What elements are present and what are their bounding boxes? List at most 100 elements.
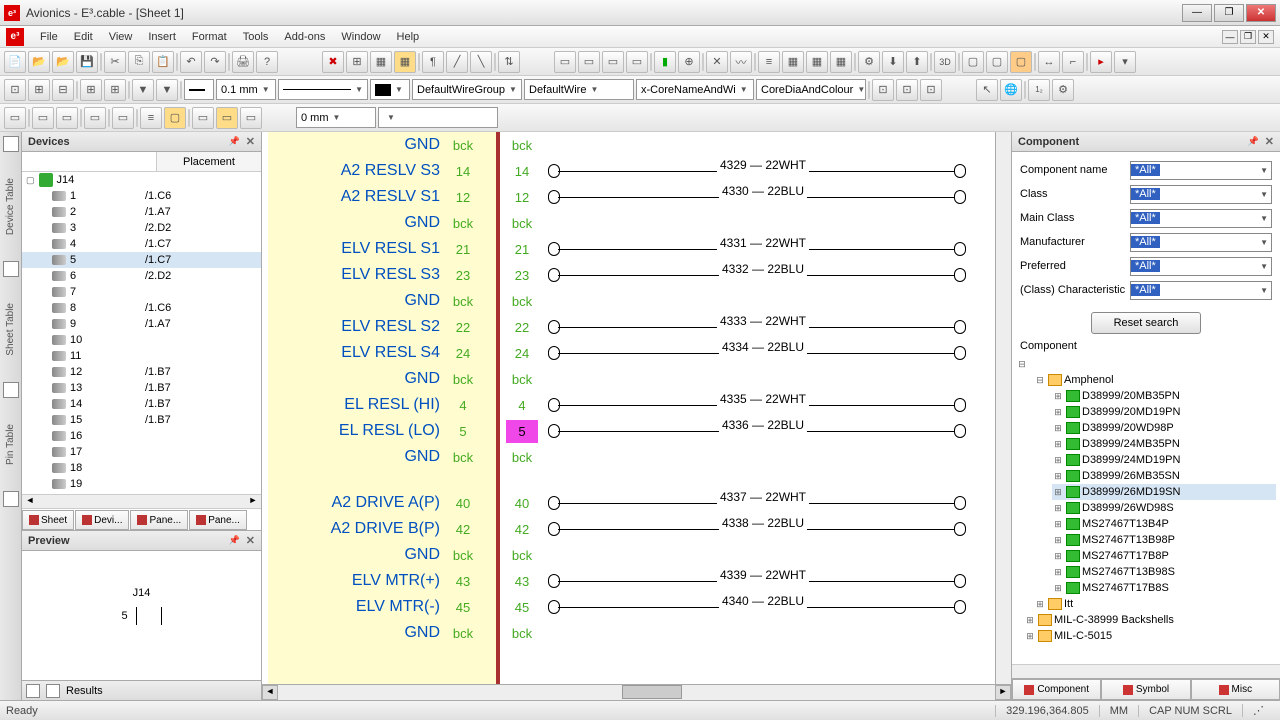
line-width-combo[interactable]: 0.1 mm▼ [216,79,276,100]
canvas[interactable]: GNDbckbckA2 RESLV S314144329 — 22WHTA2 R… [262,132,1012,700]
device-table-label[interactable]: Device Table [5,178,16,235]
tree-mil5015[interactable]: ⊞MIL-C-5015 [1024,628,1276,644]
child-restore-button[interactable]: ❐ [1240,30,1256,44]
placement-header[interactable]: Placement [157,152,261,171]
grid4-icon[interactable]: ⊞ [80,79,102,101]
comp-field-main-class[interactable]: *All*▼ [1130,209,1272,228]
maximize-button[interactable]: ❐ [1214,4,1244,22]
pin-row[interactable]: 8/1.C6 [22,300,261,316]
dl-icon[interactable]: ⬇ [882,51,904,73]
v8-icon[interactable]: ▭ [192,107,214,129]
signal-row[interactable]: EL RESL (HI)444335 — 22WHT [268,392,988,418]
wt3-icon[interactable]: ⊡ [920,79,942,101]
signal-row[interactable]: EL RESL (LO)554336 — 22BLU [268,418,988,444]
text-icon[interactable]: ¶ [422,51,444,73]
save-icon[interactable]: 💾 [76,51,98,73]
panel-close-icon[interactable]: ✕ [246,135,255,148]
pin-row[interactable]: 1/1.C6 [22,188,261,204]
hscroll-right[interactable]: ► [245,495,261,508]
component-tree[interactable]: ⊟ ⊟Amphenol ⊞D38999/20MB35PN⊞D38999/20MD… [1012,354,1280,664]
axis-icon[interactable]: ⌐ [1062,51,1084,73]
part-node[interactable]: ⊞MS27467T17B8S [1052,580,1276,596]
results-tab[interactable]: Results [66,685,103,697]
box2-icon[interactable]: ▢ [986,51,1008,73]
line-style-combo[interactable] [184,79,214,100]
new-icon[interactable]: 📄 [4,51,26,73]
pin-row[interactable]: 16 [22,428,261,444]
part-node[interactable]: ⊞MS27467T17B8P [1052,548,1276,564]
filter-icon[interactable]: ▼ [132,79,154,101]
cross-icon[interactable]: ✕ [706,51,728,73]
bar4-icon[interactable]: ▦ [830,51,852,73]
tree-milc[interactable]: ⊞MIL-C-38999 Backshells [1024,612,1276,628]
pin-icon[interactable]: 📌 [229,136,240,147]
delete-icon[interactable]: ✖ [322,51,344,73]
menu-tools[interactable]: Tools [235,29,277,45]
coredia-combo[interactable]: CoreDiaAndColour▼ [756,79,866,100]
signal-row[interactable]: GNDbckbck [268,132,988,158]
pin-row[interactable]: 7 [22,284,261,300]
gear2-icon[interactable]: ⚙ [1052,79,1074,101]
part-node[interactable]: ⊞MS27467T13B98P [1052,532,1276,548]
part-node[interactable]: ⊞D38999/24MB35PN [1052,436,1276,452]
pin-row[interactable]: 3/2.D2 [22,220,261,236]
menu-file[interactable]: File [32,29,66,45]
comp-field-class[interactable]: *All*▼ [1130,185,1272,204]
part-node[interactable]: ⊞D38999/24MD19PN [1052,452,1276,468]
sheet-table-icon[interactable] [3,261,19,277]
part-node[interactable]: ⊞D38999/26MD19SN [1052,484,1276,500]
menu-help[interactable]: Help [389,29,428,45]
print-icon[interactable]: 🖨 [232,51,254,73]
v4-icon[interactable]: ▭ [84,107,106,129]
signal-row[interactable]: ELV RESL S121214331 — 22WHT [268,236,988,262]
results-icon2[interactable] [46,684,60,698]
signal-row[interactable]: ELV MTR(-)45454340 — 22BLU [268,594,988,620]
open-icon[interactable]: 📂 [28,51,50,73]
device-root[interactable]: ▢ J14 [22,172,261,188]
n12-icon[interactable]: 1₂ [1028,79,1050,101]
v10-icon[interactable]: ▭ [240,107,262,129]
color-combo[interactable]: ▼ [370,79,410,100]
minimize-button[interactable]: — [1182,4,1212,22]
tree-itt[interactable]: ⊞Itt [1034,596,1276,612]
child-minimize-button[interactable]: — [1222,30,1238,44]
signal-row[interactable]: A2 RESLV S112124330 — 22BLU [268,184,988,210]
child-close-button[interactable]: ✕ [1258,30,1274,44]
up-icon[interactable]: ⬆ [906,51,928,73]
pin-row[interactable]: 2/1.A7 [22,204,261,220]
sheet-tab[interactable]: Pane... [189,510,247,530]
pin-table-icon[interactable] [3,382,19,398]
signal-row[interactable]: A2 DRIVE B(P)42424338 — 22BLU [268,516,988,542]
comp-field-preferred[interactable]: *All*▼ [1130,257,1272,276]
signal-row[interactable]: A2 DRIVE A(P)40404337 — 22WHT [268,490,988,516]
pin-table-label[interactable]: Pin Table [5,424,16,465]
signal-row[interactable]: A2 RESLV S314144329 — 22WHT [268,158,988,184]
part-node[interactable]: ⊞D38999/20MB35PN [1052,388,1276,404]
signal-row[interactable]: GNDbckbck [268,542,988,568]
wave-icon[interactable]: 〰 [730,51,752,73]
pin-row[interactable]: 15/1.B7 [22,412,261,428]
menu-edit[interactable]: Edit [66,29,101,45]
view4-icon[interactable]: ▭ [626,51,648,73]
part-node[interactable]: ⊞MS27467T13B98S [1052,564,1276,580]
diode-icon[interactable]: ▸ [1090,51,1112,73]
signal-row[interactable]: GNDbckbck [268,620,988,646]
help-icon[interactable]: ? [256,51,278,73]
connection-table-icon[interactable] [3,491,19,507]
canvas-vscroll[interactable] [995,132,1011,684]
app-menu-icon[interactable]: e³ [6,28,24,46]
box1-icon[interactable]: ▢ [962,51,984,73]
v6-icon[interactable]: ≡ [140,107,162,129]
align-icon[interactable]: ⇅ [498,51,520,73]
wt2-icon[interactable]: ⊡ [896,79,918,101]
hscroll-left[interactable]: ◄ [22,495,38,508]
gear-icon[interactable]: ⚙ [858,51,880,73]
comp-tab-symbol[interactable]: Symbol [1101,679,1190,700]
comp-field--class-characteristic[interactable]: *All*▼ [1130,281,1272,300]
signal-row[interactable]: GNDbckbck [268,444,988,470]
pin-row[interactable]: 12/1.B7 [22,364,261,380]
pin-row[interactable]: 17 [22,444,261,460]
view2-icon[interactable]: ▭ [578,51,600,73]
signal-row[interactable]: ELV RESL S323234332 — 22BLU [268,262,988,288]
close-button[interactable]: ✕ [1246,4,1276,22]
